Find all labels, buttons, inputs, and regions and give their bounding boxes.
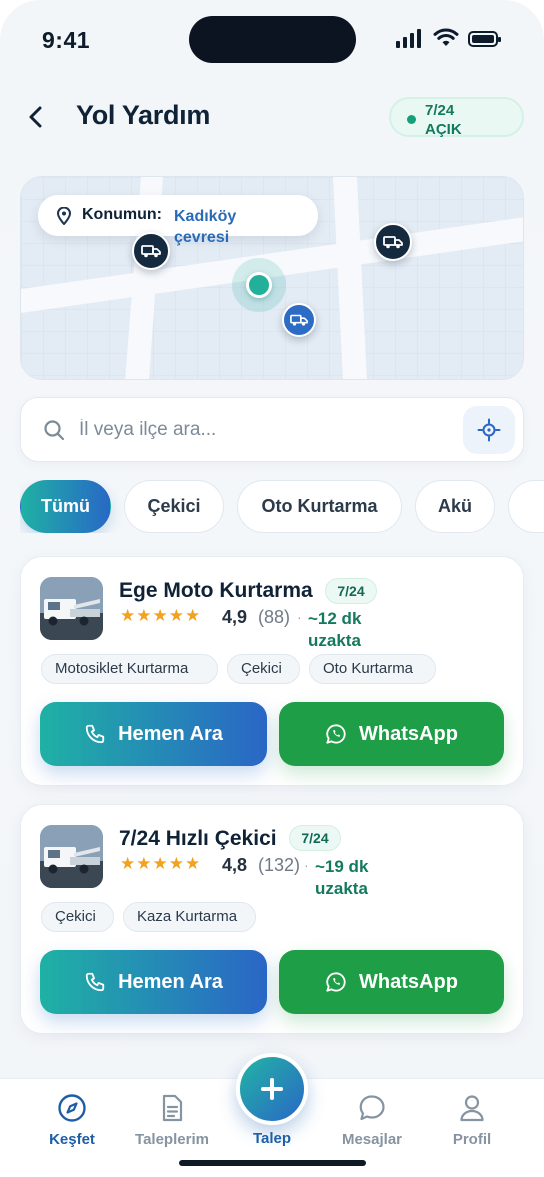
chat-bubble-icon <box>359 1095 385 1121</box>
open-24-7-badge: 7/24 AÇIK <box>389 97 524 138</box>
nav-item-discover[interactable]: Keşfet <box>24 1091 120 1151</box>
rating-value: 4,8 <box>222 855 248 875</box>
service-tag: Oto Kurtarma <box>309 654 436 684</box>
distance-label: ~12 dk uzakta <box>308 609 362 650</box>
filter-chip-more[interactable] <box>508 480 544 533</box>
back-arrow-icon[interactable] <box>24 104 50 130</box>
nav-label-my-requests: Taleplerim <box>135 1131 209 1148</box>
search-input[interactable] <box>79 416 449 444</box>
filter-chip-recovery[interactable]: Oto Kurtarma <box>237 480 402 533</box>
review-count: (88) <box>258 607 291 627</box>
status-time: 9:41 <box>42 27 91 53</box>
document-icon <box>162 1094 183 1122</box>
nav-label-discover: Keşfet <box>49 1131 95 1148</box>
whatsapp-label: WhatsApp <box>359 722 458 745</box>
tow-truck-image <box>40 825 103 888</box>
wifi-icon <box>433 28 459 46</box>
truck-icon <box>290 314 308 326</box>
signal-icon <box>396 28 426 48</box>
provider-card: 7/24 Hızlı Çekici 7/24 ★★★★★ 4,8 (132) ·… <box>20 804 524 1034</box>
page-title: Yol Yardım <box>76 100 211 130</box>
nav-item-my-requests[interactable]: Taleplerim <box>124 1091 220 1151</box>
status-bar: 9:41 <box>0 0 544 80</box>
separator-dot: · <box>304 857 309 873</box>
provider-thumbnail <box>40 825 103 888</box>
whatsapp-icon <box>326 972 346 992</box>
user-icon <box>460 1095 484 1122</box>
provider-name: Ege Moto Kurtarma <box>119 579 313 602</box>
search-bar <box>20 397 524 462</box>
dynamic-island <box>189 16 356 63</box>
service-tag: Çekici <box>227 654 300 684</box>
review-count: (132) <box>258 855 301 875</box>
nav-item-profile[interactable]: Profil <box>424 1091 520 1151</box>
location-label: Konumun: <box>82 206 162 223</box>
compass-icon <box>58 1094 86 1122</box>
nav-label-profile: Profil <box>452 1131 492 1148</box>
phone-icon <box>85 724 105 744</box>
truck-marker[interactable] <box>132 232 170 270</box>
truck-icon <box>383 236 403 249</box>
star-rating: ★★★★★ <box>120 606 202 625</box>
rating-value: 4,9 <box>222 607 248 627</box>
nav-item-messages[interactable]: Mesajlar <box>324 1091 420 1151</box>
provider-24-7-badge: 7/24 <box>325 578 377 604</box>
distance-label: ~19 dk uzakta <box>315 857 369 898</box>
whatsapp-button[interactable]: WhatsApp <box>279 702 504 766</box>
truck-marker[interactable] <box>282 303 316 337</box>
crosshair-icon <box>477 418 501 442</box>
provider-thumbnail <box>40 577 103 640</box>
call-now-button[interactable]: Hemen Ara <box>40 950 267 1014</box>
app-screen: 9:41 Yol Yardım 7/24 AÇIK Konumun: Kadık… <box>0 0 544 1177</box>
truck-marker[interactable] <box>374 223 412 261</box>
open-status-dot <box>407 115 416 124</box>
service-tag: Kaza Kurtarma <box>123 902 256 932</box>
call-now-button[interactable]: Hemen Ara <box>40 702 267 766</box>
tow-truck-image <box>40 577 103 640</box>
location-pin-icon <box>56 207 72 225</box>
star-rating: ★★★★★ <box>120 854 202 873</box>
whatsapp-label: WhatsApp <box>359 970 458 993</box>
new-request-button[interactable] <box>236 1053 308 1125</box>
call-now-label: Hemen Ara <box>118 970 223 993</box>
battery-icon <box>468 31 501 47</box>
status-icons <box>396 28 506 50</box>
nav-label-messages: Mesajlar <box>341 1131 403 1148</box>
whatsapp-button[interactable]: WhatsApp <box>279 950 504 1014</box>
locate-me-button[interactable] <box>463 406 515 454</box>
provider-name: 7/24 Hızlı Çekici <box>119 827 277 850</box>
filter-chip-tow[interactable]: Çekici <box>124 480 224 533</box>
filter-chips: Tümü Çekici Oto Kurtarma Akü <box>20 480 544 533</box>
filter-chip-battery[interactable]: Akü <box>415 480 495 533</box>
separator-dot: · <box>297 609 302 625</box>
call-now-label: Hemen Ara <box>118 722 223 745</box>
filter-chip-all[interactable]: Tümü <box>20 480 111 533</box>
home-indicator <box>179 1160 366 1166</box>
open-badge-label: 7/24 AÇIK <box>425 102 462 138</box>
truck-icon <box>141 245 161 258</box>
location-value: Kadıköy çevresi <box>174 208 237 246</box>
current-location-pill: Konumun: Kadıköy çevresi <box>38 195 318 246</box>
search-icon <box>44 420 65 441</box>
whatsapp-icon <box>326 724 346 744</box>
nav-label-request: Talep <box>252 1130 292 1147</box>
provider-24-7-badge: 7/24 <box>289 825 341 851</box>
service-tag: Çekici <box>41 902 114 932</box>
provider-card: Ege Moto Kurtarma 7/24 ★★★★★ 4,9 (88) · … <box>20 556 524 786</box>
my-location-marker <box>246 272 272 298</box>
service-tag: Motosiklet Kurtarma <box>41 654 218 684</box>
phone-icon <box>85 972 105 992</box>
